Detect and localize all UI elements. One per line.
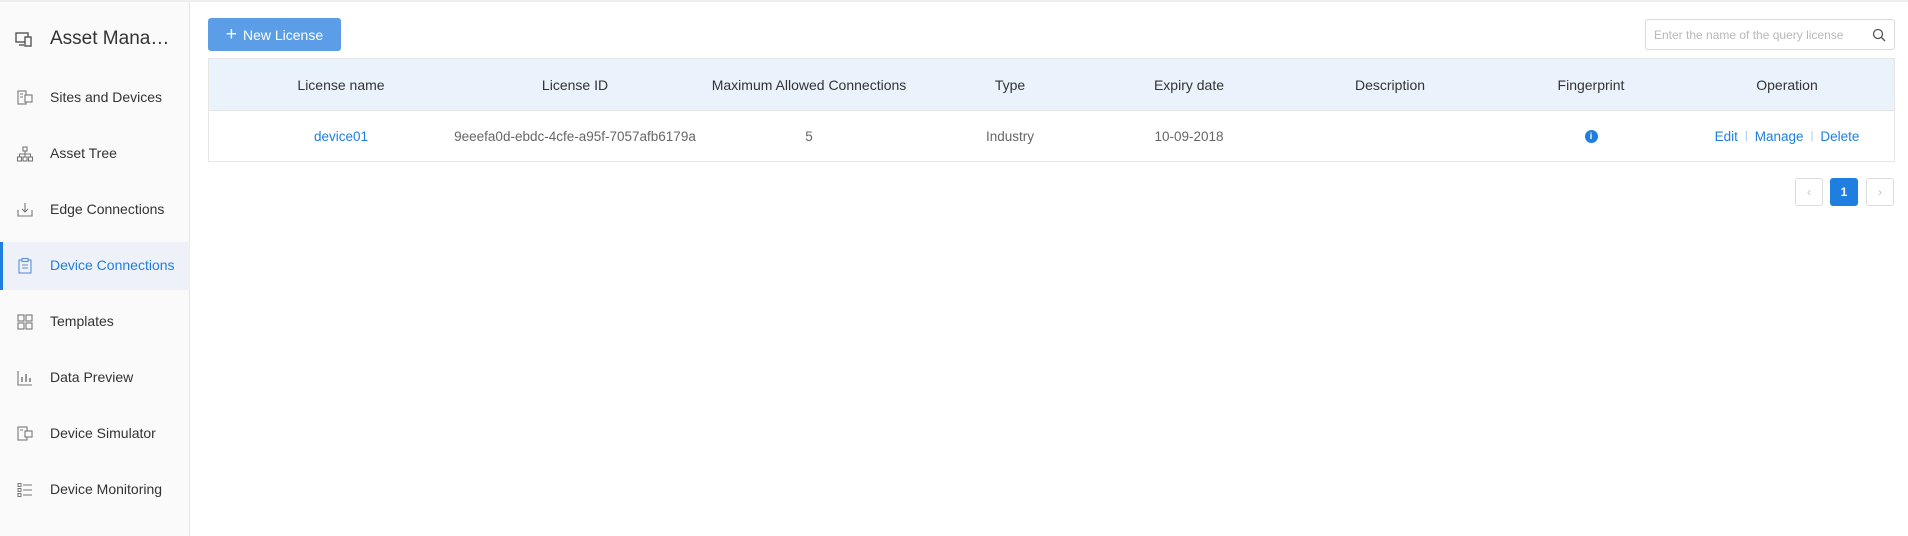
column-header: Expiry date (1153, 76, 1225, 93)
sidebar-item-asset-tree[interactable]: Asset Tree (0, 130, 190, 178)
sidebar-item-label: Asset Tree (50, 145, 117, 161)
delete-link[interactable]: Delete (1820, 129, 1859, 144)
column-header: License name (297, 76, 385, 93)
app-title: Asset Management (50, 28, 178, 49)
table-header: License name License ID Maximum Allowed … (209, 59, 1894, 111)
column-header: Operation (1756, 76, 1818, 93)
license-name-link[interactable]: device01 (314, 129, 368, 144)
new-license-label: New License (242, 26, 324, 43)
license-search (1645, 19, 1895, 50)
max-connections-cell: 5 (805, 128, 813, 144)
manage-link[interactable]: Manage (1755, 129, 1804, 144)
top-divider (0, 0, 1908, 2)
sidebar-item-sites-and-devices[interactable]: Sites and Devices (0, 74, 190, 122)
sidebar-item-label: Device Simulator (50, 425, 156, 441)
column-header: License ID (541, 76, 609, 93)
new-license-button[interactable]: + New License (208, 18, 341, 51)
sidebar-item-templates[interactable]: Templates (0, 298, 190, 346)
templates-icon (17, 314, 33, 330)
description-cell (1279, 111, 1501, 161)
page-button-current[interactable]: 1 (1830, 178, 1858, 206)
device-monitoring-icon (17, 483, 32, 497)
sidebar-item-label: Device Monitoring (50, 481, 163, 497)
info-icon[interactable]: i (1584, 129, 1598, 143)
table-row: device01 9eeefa0d-ebdc-4cfe-a95f-7057afb… (209, 111, 1894, 161)
data-preview-icon (17, 371, 32, 386)
license-table: License name License ID Maximum Allowed … (208, 58, 1895, 162)
sidebar-item-device-monitoring[interactable]: Device Monitoring (0, 466, 190, 514)
asset-management-icon (15, 32, 32, 47)
device-connections-icon (18, 257, 32, 274)
sidebar-item-label: Sites and Devices (50, 89, 163, 105)
sidebar-item-data-preview[interactable]: Data Preview (0, 354, 190, 402)
column-header: Type (994, 76, 1026, 93)
sidebar: Asset Management Sites and Devices Asset… (0, 2, 190, 536)
sidebar-item-label: Device Connections (50, 257, 175, 273)
prev-page-button[interactable]: ‹ (1795, 178, 1823, 206)
sidebar-item-device-connections[interactable]: Device Connections (0, 242, 190, 290)
separator: | (1810, 130, 1814, 142)
sidebar-item-label: Edge Connections (50, 201, 165, 217)
sidebar-item-edge-connections[interactable]: Edge Connections (0, 186, 190, 234)
search-input[interactable] (1646, 20, 1861, 49)
edit-link[interactable]: Edit (1715, 129, 1738, 144)
sidebar-header: Asset Management (0, 2, 190, 76)
type-cell: Industry (985, 128, 1035, 144)
operation-cell: Edit | Manage | Delete (1681, 111, 1893, 161)
separator: | (1744, 130, 1748, 142)
expiry-date-cell: 10-09-2018 (1154, 128, 1224, 144)
sites-devices-icon (17, 90, 33, 105)
column-header: Description (1354, 76, 1426, 93)
sidebar-item-label: Templates (50, 313, 114, 329)
edge-connections-icon (17, 203, 33, 217)
next-page-button[interactable]: › (1866, 178, 1894, 206)
column-header: Maximum Allowed Connections (711, 76, 907, 93)
license-id-cell: 9eeefa0d-ebdc-4cfe-a95f-7057afb6179a (454, 128, 696, 144)
sidebar-item-device-simulator[interactable]: Device Simulator (0, 410, 190, 458)
device-simulator-icon (17, 426, 33, 441)
search-icon[interactable] (1872, 28, 1886, 42)
column-header: Fingerprint (1557, 76, 1625, 93)
plus-icon: + (225, 24, 237, 45)
fingerprint-cell: i (1501, 111, 1681, 161)
asset-tree-icon (16, 146, 34, 162)
sidebar-item-label: Data Preview (50, 369, 134, 385)
